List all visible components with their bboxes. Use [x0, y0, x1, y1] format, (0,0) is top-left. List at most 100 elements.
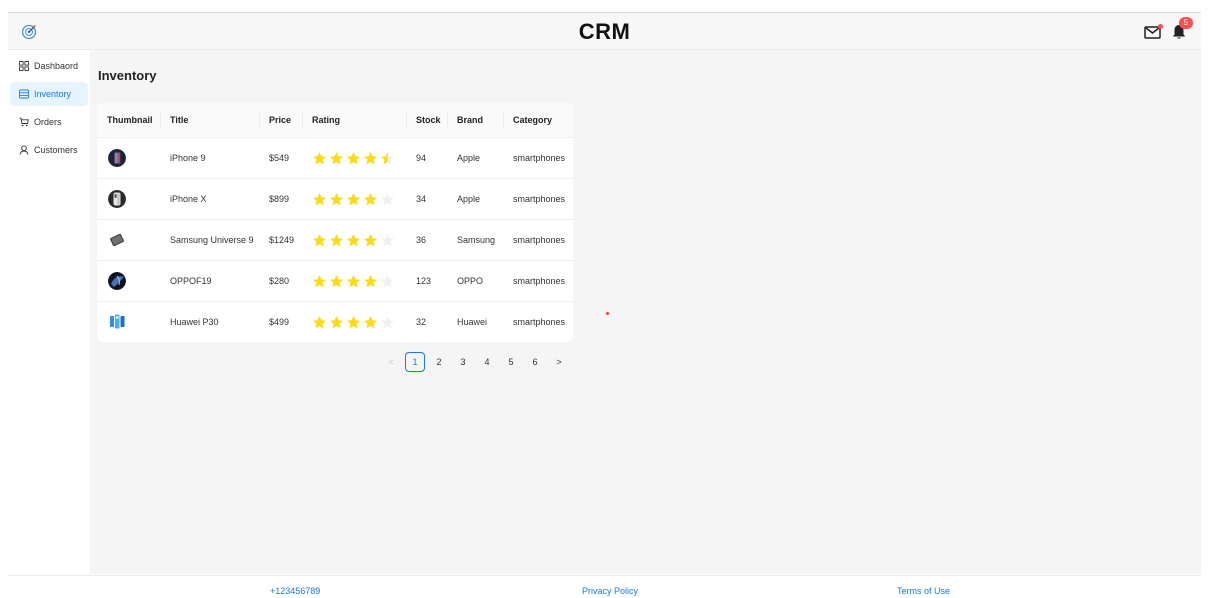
stock-cell: 32 — [416, 317, 427, 327]
notification-badge: 5 — [1179, 17, 1193, 29]
page-button-5[interactable]: 5 — [501, 352, 521, 372]
inventory-table: Thumbnail Title Price Rating Stock Brand… — [97, 103, 573, 342]
brand-cell: Apple — [457, 194, 481, 204]
price-cell: $549 — [269, 153, 290, 163]
page-button-1[interactable]: 1 — [405, 352, 425, 372]
cart-icon — [19, 117, 29, 127]
table-row[interactable]: iPhone 9 $549 94 Apple smartphones — [97, 138, 573, 179]
sidebar-item-orders[interactable]: Orders — [10, 110, 88, 134]
star-icon[interactable] — [312, 192, 327, 207]
sidebar-item-label: Customers — [34, 145, 78, 155]
footer-phone-link[interactable]: +123456789 — [270, 586, 320, 596]
star-icon[interactable] — [312, 233, 327, 248]
pagination-next-button[interactable]: > — [549, 352, 569, 372]
category-cell: smartphones — [513, 317, 566, 327]
star-icon[interactable] — [380, 192, 395, 207]
product-thumbnail-icon — [108, 190, 126, 208]
rating-cell — [302, 315, 406, 330]
price-cell: $899 — [269, 194, 290, 204]
star-rating[interactable] — [312, 192, 406, 207]
product-thumbnail-icon — [108, 313, 126, 331]
app-window: CRM 5 Dashbaord Inventory Orders Custome… — [0, 0, 1209, 598]
star-icon[interactable] — [363, 274, 378, 289]
table-header: Thumbnail Title Price Rating Stock Brand… — [97, 103, 573, 138]
thumbnail-cell — [97, 313, 160, 331]
star-icon[interactable] — [329, 233, 344, 248]
rating-cell — [302, 233, 406, 248]
star-icon[interactable] — [346, 274, 361, 289]
star-icon[interactable] — [329, 192, 344, 207]
stock-cell: 36 — [416, 235, 427, 245]
table-row[interactable]: Huawei P30 $499 32 Huawei smartphones — [97, 302, 573, 342]
product-thumbnail-icon — [108, 149, 126, 167]
star-rating[interactable] — [312, 274, 406, 289]
footer: +123456789 Privacy Policy Terms of Use — [8, 575, 1201, 598]
footer-terms-link[interactable]: Terms of Use — [897, 586, 950, 596]
stock-cell: 123 — [416, 276, 432, 286]
page-button-4[interactable]: 4 — [477, 352, 497, 372]
category-cell: smartphones — [513, 194, 566, 204]
category-cell: smartphones — [513, 276, 566, 286]
star-icon[interactable] — [363, 233, 378, 248]
footer-privacy-link[interactable]: Privacy Policy — [582, 586, 638, 596]
notifications-button[interactable]: 5 — [1169, 17, 1193, 42]
thumbnail-cell — [97, 149, 160, 167]
page-button-6[interactable]: 6 — [525, 352, 545, 372]
stock-cell: 94 — [416, 153, 427, 163]
star-rating[interactable] — [312, 315, 406, 330]
sidebar-item-customers[interactable]: Customers — [10, 138, 88, 162]
star-icon[interactable] — [380, 233, 395, 248]
table-row[interactable]: Samsung Universe 9 $1249 36 Samsung smar… — [97, 220, 573, 261]
title-cell: OPPOF19 — [170, 276, 212, 286]
app-title: CRM — [578, 19, 631, 44]
mail-button[interactable] — [1143, 22, 1163, 42]
pagination-prev-button[interactable]: < — [381, 352, 401, 372]
star-icon[interactable] — [329, 274, 344, 289]
star-icon[interactable] — [329, 315, 344, 330]
star-icon[interactable] — [346, 192, 361, 207]
main-content: Inventory Thumbnail Title Price Rating S… — [90, 50, 1201, 574]
star-icon[interactable] — [312, 274, 327, 289]
star-icon[interactable] — [312, 315, 327, 330]
star-rating[interactable] — [312, 151, 406, 166]
star-icon[interactable] — [346, 233, 361, 248]
star-icon[interactable] — [346, 315, 361, 330]
page-button-2[interactable]: 2 — [429, 352, 449, 372]
mail-dot — [1158, 24, 1163, 29]
title-cell: iPhone 9 — [170, 153, 206, 163]
star-icon[interactable] — [363, 151, 378, 166]
table-icon — [19, 89, 29, 99]
sidebar-item-inventory[interactable]: Inventory — [10, 82, 88, 106]
star-rating[interactable] — [312, 233, 406, 248]
star-icon[interactable] — [380, 274, 395, 289]
pagination: < 1 2 3 4 5 6 > — [381, 352, 569, 372]
thumbnail-cell — [97, 272, 160, 290]
sidebar-item-dashboard[interactable]: Dashbaord — [10, 54, 88, 78]
sidebar-item-label: Dashbaord — [34, 61, 79, 71]
brand-cell: OPPO — [457, 276, 484, 286]
table-row[interactable]: OPPOF19 $280 123 OPPO smartphones — [97, 261, 573, 302]
column-header-price: Price — [259, 112, 302, 128]
thumbnail-cell — [97, 190, 160, 208]
star-icon[interactable] — [363, 192, 378, 207]
cursor-dot — [606, 312, 609, 315]
star-icon[interactable] — [380, 315, 395, 330]
star-icon[interactable] — [312, 151, 327, 166]
thumbnail-cell — [97, 231, 160, 249]
title-cell: Huawei P30 — [170, 317, 219, 327]
page-button-3[interactable]: 3 — [453, 352, 473, 372]
column-header-brand: Brand — [447, 112, 503, 128]
star-icon[interactable] — [346, 151, 361, 166]
page-title: Inventory — [98, 68, 157, 83]
category-cell: smartphones — [513, 153, 566, 163]
table-row[interactable]: iPhone X $899 34 Apple smartphones — [97, 179, 573, 220]
star-icon[interactable] — [380, 151, 395, 166]
star-icon[interactable] — [329, 151, 344, 166]
category-cell: smartphones — [513, 235, 566, 245]
title-cell: iPhone X — [170, 194, 207, 204]
price-cell: $499 — [269, 317, 290, 327]
column-header-thumbnail: Thumbnail — [107, 115, 153, 125]
sidebar-item-label: Inventory — [34, 89, 72, 99]
brand-cell: Huawei — [457, 317, 488, 327]
star-icon[interactable] — [363, 315, 378, 330]
